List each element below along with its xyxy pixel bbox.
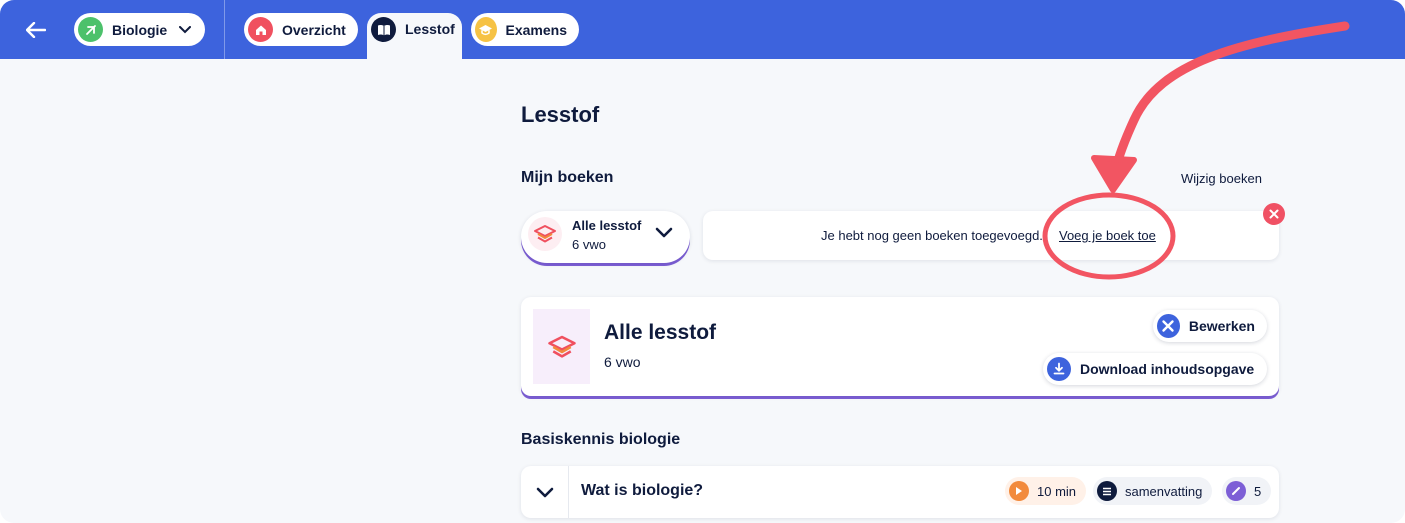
pencil-icon: [1226, 481, 1246, 501]
add-book-link[interactable]: Voeg je boek toe: [1059, 228, 1156, 243]
duration-badge: 10 min: [1005, 477, 1087, 505]
method-logo-icon: [547, 335, 576, 358]
tools-icon: [1157, 314, 1180, 338]
tab-lesstof-label: Lesstof: [405, 21, 455, 37]
download-toc-label: Download inhoudsopgave: [1080, 361, 1255, 377]
edit-button[interactable]: Bewerken: [1153, 310, 1267, 342]
play-icon: [1009, 481, 1029, 501]
edit-button-label: Bewerken: [1188, 318, 1255, 334]
home-icon: [248, 17, 273, 42]
book-selector-level: 6 vwo: [572, 237, 606, 252]
chevron-down-icon: [179, 25, 192, 33]
book-card-level: 6 vwo: [604, 354, 641, 370]
section-heading: Basiskennis biologie: [521, 431, 681, 448]
tab-examens[interactable]: Examens: [471, 13, 579, 46]
chapter-title: Wat is biologie?: [581, 482, 704, 499]
list-icon: [1097, 481, 1117, 501]
back-button[interactable]: [20, 16, 52, 44]
leaf-icon: [78, 17, 103, 42]
chevron-down-icon: [536, 487, 553, 497]
top-navigation-bar: Biologie Overzicht Lesstof Examens: [0, 0, 1405, 59]
summary-label: samenvatting: [1125, 483, 1203, 499]
highlight-annotation: [1042, 21, 1350, 280]
expand-chapter-button[interactable]: [521, 466, 568, 518]
my-books-heading: Mijn boeken: [521, 169, 614, 186]
tab-overzicht[interactable]: Overzicht: [244, 13, 358, 46]
book-selector[interactable]: Alle lesstof 6 vwo: [521, 211, 690, 263]
chapter-divider: [568, 466, 569, 518]
download-toc-button[interactable]: Download inhoudsopgave: [1043, 353, 1267, 385]
book-card: Alle lesstof 6 vwo Bewerken Download inh…: [521, 297, 1279, 396]
chapter-row[interactable]: Wat is biologie? 10 min samenvatting 5: [521, 466, 1279, 518]
book-card-title: Alle lesstof: [604, 321, 717, 344]
change-books-link[interactable]: Wijzig boeken: [1181, 171, 1262, 186]
book-cover: [533, 309, 590, 384]
download-icon: [1047, 357, 1071, 381]
duration-label: 10 min: [1037, 483, 1077, 499]
annotation-arrow-head: [1091, 155, 1137, 193]
chevron-down-icon: [655, 227, 673, 238]
page-title: Lesstof: [521, 102, 600, 127]
close-icon: [1269, 209, 1279, 219]
no-books-notice: Je hebt nog geen boeken toegevoegd. Voeg…: [703, 211, 1279, 260]
nav-divider: [224, 0, 225, 59]
tab-overzicht-label: Overzicht: [282, 21, 346, 38]
tab-lesstof[interactable]: Lesstof: [367, 13, 462, 59]
summary-badge: samenvatting: [1093, 477, 1213, 505]
exercise-count-label: 5: [1254, 483, 1262, 499]
tab-examens-label: Examens: [505, 21, 567, 38]
notice-message: Je hebt nog geen boeken toegevoegd.: [821, 228, 1043, 243]
subject-selector[interactable]: Biologie: [74, 13, 205, 46]
app-window: Biologie Overzicht Lesstof Examens Lesst…: [0, 0, 1405, 523]
method-logo-icon: [528, 217, 562, 251]
book-selector-title: Alle lesstof: [572, 218, 642, 233]
exercise-count-badge: 5: [1222, 477, 1272, 505]
close-notice-button[interactable]: [1263, 203, 1285, 225]
graduation-cap-icon: [475, 17, 497, 42]
book-open-icon: [371, 17, 396, 42]
subject-label: Biologie: [112, 21, 168, 38]
arrow-left-icon: [26, 22, 46, 38]
